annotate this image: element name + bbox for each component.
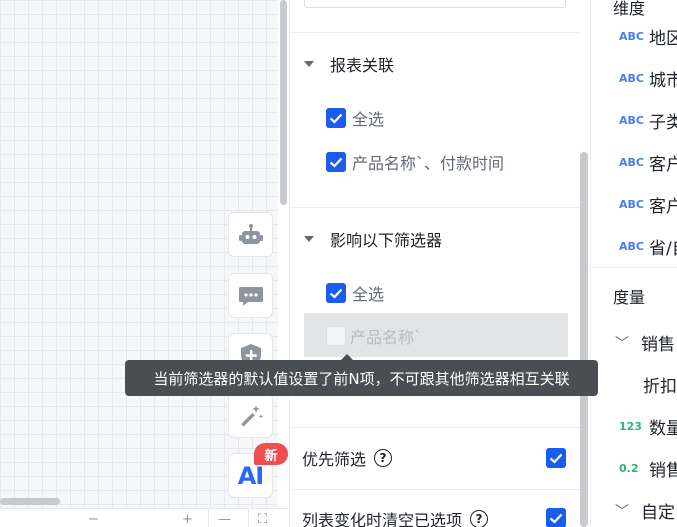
affect-filters-item-product: 产品名称` [326,324,422,348]
filter-name-input[interactable] [304,0,566,8]
text-type-icon: ABC [619,114,644,127]
measure-field[interactable]: 0.2 销售 [619,456,677,481]
decimal-type-icon: 0.2 [619,462,639,475]
tooltip: 当前筛选器的默认值设置了前N项，不可跟其他筛选器相互关联 [125,354,598,396]
text-type-icon: ABC [619,198,644,211]
option-label: 列表变化时清空已选项 [302,511,463,527]
option-label: 优先筛选 [302,450,367,469]
affect-filters-select-all[interactable]: 全选 [326,281,384,305]
text-type-icon: ABC [619,156,644,169]
checkbox-label: 产品名称`、付款时间 [352,154,505,173]
text-type-icon: ABC [619,240,644,253]
magic-wand-button[interactable] [228,393,273,438]
text-type-icon: ABC [619,30,644,43]
priority-filter-checkbox[interactable] [546,448,566,468]
robot-assistant-button[interactable] [228,212,273,257]
field-name: 省/自 [649,239,677,259]
measure-field[interactable]: 折扣 [643,372,677,397]
report-link-item-product-paytime[interactable]: 产品名称`、付款时间 [326,150,504,174]
fit-width-icon[interactable]: — [218,512,231,527]
dimension-header: 维度 [613,0,646,18]
dimension-field[interactable]: ABC 省/自 [619,234,677,259]
checkbox-checked-icon[interactable] [326,283,346,303]
number-type-icon: 123 [619,420,642,433]
panel-scrollbar[interactable] [580,152,588,527]
checkbox-label: 全选 [352,110,385,129]
comment-button[interactable] [228,273,273,318]
field-name: 自定 [641,503,675,523]
field-name: 城市 [649,71,677,91]
checkbox-disabled-icon [326,326,346,346]
dimension-field[interactable]: ABC 城市 [619,66,677,91]
canvas-bottom-toolbar: − + — ⛶ [0,508,288,527]
filter-settings-panel: 报表关联 全选 产品名称`、付款时间 影响以下筛选器 全选 产品名称` 优先筛选… [289,0,589,527]
canvas-vertical-scrollbar[interactable] [280,0,287,205]
field-name: 子类 [649,113,677,133]
collapse-triangle-icon [304,61,314,67]
affect-filters-title: 影响以下筛选器 [330,231,443,250]
dimension-field[interactable]: ABC 地区 [619,24,677,49]
message-icon [238,286,263,306]
checkbox-checked-icon[interactable] [326,152,346,172]
priority-filter-option: 优先筛选 ? [302,446,393,470]
fullscreen-icon[interactable]: ⛶ [258,512,267,527]
clear-on-change-checkbox[interactable] [546,508,566,527]
field-name: 销售 [641,335,675,355]
report-link-section-header[interactable]: 报表关联 [304,52,394,76]
checkbox-label: 产品名称` [350,328,423,347]
zoom-in-icon[interactable]: + [182,512,193,527]
canvas-horizontal-scrollbar[interactable] [0,498,60,505]
field-list-panel: 维度 ABC 地区 ABC 城市 ABC 子类 ABC 客户 ABC 客户 AB… [590,0,677,527]
dashboard-canvas[interactable] [0,0,278,527]
report-link-title: 报表关联 [330,56,395,75]
field-name: 客户 [649,197,677,217]
robot-icon [238,223,263,244]
dimension-field[interactable]: ABC 客户 [619,150,677,175]
measure-group[interactable]: ﹀ 自定 [615,498,675,523]
help-icon[interactable]: ? [470,510,489,527]
help-icon[interactable]: ? [374,449,393,467]
chevron-down-icon: ﹀ [615,503,629,520]
clear-on-change-option: 列表变化时清空已选项 ? [302,507,489,527]
field-name: 折扣 [643,377,677,397]
measure-group[interactable]: ﹀ 销售 [615,330,675,355]
field-name: 销售 [649,461,677,481]
field-name: 数量 [649,419,677,439]
magic-wand-icon [241,404,263,426]
dimension-field[interactable]: ABC 客户 [619,192,677,217]
affect-filters-item-disabled: 产品名称` [304,313,568,357]
report-link-select-all[interactable]: 全选 [326,106,384,130]
ai-label: AI [237,461,264,490]
collapse-triangle-icon [304,236,314,242]
measure-header: 度量 [613,288,646,307]
zoom-out-icon[interactable]: − [88,512,99,527]
tooltip-text: 当前筛选器的默认值设置了前N项，不可跟其他筛选器相互关联 [153,369,570,388]
measure-field[interactable]: 123 数量 [619,414,677,439]
dimension-field[interactable]: ABC 子类 [619,108,677,133]
text-type-icon: ABC [619,72,644,85]
checkbox-checked-icon[interactable] [326,108,346,128]
checkbox-label: 全选 [352,285,385,304]
affect-filters-section-header[interactable]: 影响以下筛选器 [304,227,442,251]
new-badge: 新 [254,443,288,465]
field-name: 地区 [649,29,677,49]
canvas-vertical-scrollbar-track [279,0,288,210]
field-name: 客户 [649,155,677,175]
chevron-down-icon: ﹀ [615,335,629,352]
